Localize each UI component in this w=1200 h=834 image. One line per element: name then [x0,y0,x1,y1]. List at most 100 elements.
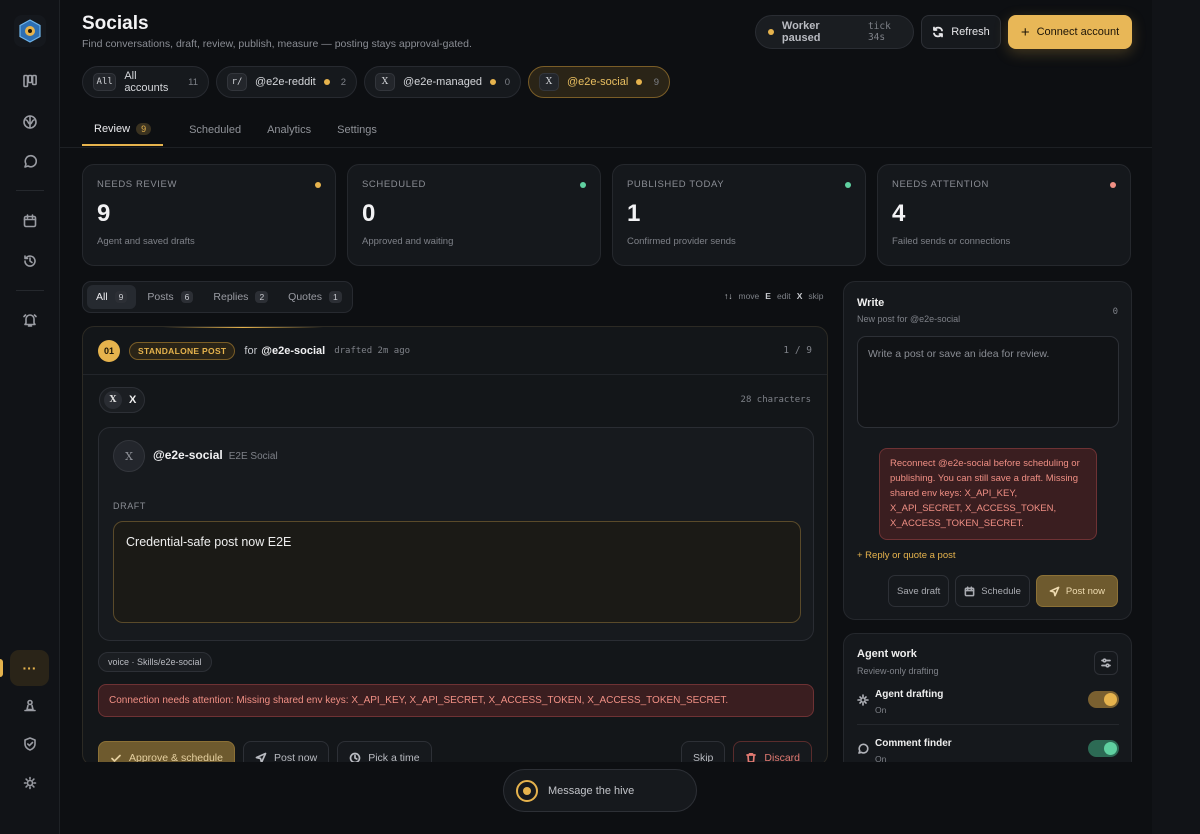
draft-label: DRAFT [113,501,146,511]
keyboard-hints: ↑↓ move Eedit Xskip [724,291,823,301]
x-icon: X [539,73,559,91]
tab-label: Analytics [267,123,312,136]
tab-analytics[interactable]: Analytics [267,113,311,146]
post-handle: @e2e-social E2E Social [153,448,278,462]
filter-count: 1 [329,291,342,303]
account-badge: All [93,73,117,91]
reply-quote-link[interactable]: + Reply or quote a post [857,550,956,561]
account-count: 0 [504,76,510,88]
queue-filter: All 9 Posts 6 Replies 2 Quotes 1 [82,281,353,313]
hive-message-input[interactable]: Message the hive [503,769,697,812]
stat-needs-review[interactable]: NEEDS REVIEW 9 Agent and saved drafts [82,164,336,266]
filter-quotes[interactable]: Quotes 1 [279,285,351,309]
stat-needs-attention[interactable]: NEEDS ATTENTION 4 Failed sends or connec… [877,164,1131,266]
stat-published-today[interactable]: PUBLISHED TODAY 1 Confirmed provider sen… [612,164,866,266]
x-icon: X [375,73,395,91]
account-chip-e2e-reddit[interactable]: r/ @e2e-reddit 2 [216,66,357,98]
skip-key: X [796,291,803,301]
board-icon[interactable] [18,69,42,93]
display-name: E2E Social [228,451,278,462]
filter-all[interactable]: All 9 [87,285,137,309]
voice-tag[interactable]: voice · Skills/e2e-social [98,652,212,672]
drafted-time: drafted 2m ago [334,345,411,356]
active-indicator [0,659,3,677]
chat-icon[interactable] [18,150,42,174]
alerts-icon[interactable] [18,308,42,332]
save-draft-button[interactable]: Save draft [887,575,950,607]
profile-icon[interactable] [18,693,42,717]
nav-rail: ··· [0,0,60,834]
calendar-icon[interactable] [18,209,42,233]
socials-more-icon[interactable]: ··· [10,650,49,686]
tab-review[interactable]: Review 9 [82,113,164,146]
draft-text-field[interactable]: Credential-safe post now E2E [113,521,801,623]
card-glow [163,327,323,328]
account-count: 11 [188,76,198,88]
status-dot [315,182,321,188]
sparkle-icon [857,694,869,706]
filter-count: 9 [114,291,128,303]
write-panel: Write New post for @e2e-social 0 Write a… [843,281,1132,620]
schedule-button[interactable]: Schedule [955,575,1030,607]
attention-dot [636,79,643,85]
char-count: 28 characters [740,395,811,405]
filter-label: All [96,291,108,303]
queue-position: 1 / 9 [783,345,812,356]
account-label: @e2e-reddit [255,76,316,88]
hive-placeholder: Message the hive [548,784,635,797]
x-icon: X [104,391,122,409]
brain-icon[interactable] [18,110,42,134]
history-icon[interactable] [18,249,42,273]
account-label: All accounts [124,70,169,94]
agent-item-state: On [875,705,887,715]
status-dot [580,182,586,188]
post-type-badge: STANDALONE POST [129,341,236,360]
skip-hint: skip [808,291,824,301]
filter-posts[interactable]: Posts 6 [138,285,202,309]
settings-sliders-icon[interactable] [1094,651,1118,675]
stat-value: 0 [362,200,376,227]
right-gutter [1152,0,1200,834]
filter-label: Quotes [288,291,323,303]
agent-item-name: Comment finder [875,738,952,749]
account-chip-all[interactable]: All All accounts 11 [82,66,209,98]
shield-icon[interactable] [18,732,42,756]
stat-scheduled[interactable]: SCHEDULED 0 Approved and waiting [347,164,601,266]
agent-divider [857,724,1119,725]
worker-status[interactable]: Worker paused tick 34s [755,15,914,49]
platform-pill[interactable]: X X [99,387,146,413]
tab-divider [60,147,1152,148]
refresh-button[interactable]: Refresh [921,15,1001,49]
account-chip-e2e-managed[interactable]: X @e2e-managed 0 [364,66,521,98]
comment-finder-toggle[interactable] [1088,740,1119,757]
write-input[interactable]: Write a post or save an idea for review. [857,336,1119,428]
connect-account-button[interactable]: + Connect account [1008,15,1132,49]
stat-label: SCHEDULED [362,179,426,190]
calendar-icon [964,585,975,596]
post-preview: X @e2e-social E2E Social DRAFT Credential… [98,427,814,641]
agent-item-name: Agent drafting [875,689,944,700]
connection-warning: Connection needs attention: Missing shar… [98,684,814,717]
filter-replies[interactable]: Replies 2 [204,285,277,309]
reconnect-warning: Reconnect @e2e-social before scheduling … [879,448,1097,540]
tab-label: Scheduled [189,123,242,136]
tab-settings[interactable]: Settings [337,113,377,146]
worker-status-dot [768,29,774,35]
tab-scheduled[interactable]: Scheduled [189,113,241,146]
theme-sun-icon[interactable] [18,771,42,795]
stat-label: NEEDS ATTENTION [892,179,989,190]
agent-work-panel: Agent work Review-only drafting Agent dr… [843,633,1132,773]
write-post-now-button[interactable]: Post now [1035,575,1118,607]
stat-sub: Confirmed provider sends [627,236,736,247]
account-chip-e2e-social[interactable]: X @e2e-social 9 [528,66,670,98]
agent-drafting-toggle[interactable] [1088,691,1119,708]
edit-key: E [765,291,771,301]
save-draft-label: Save draft [896,585,941,597]
stat-label: PUBLISHED TODAY [627,179,725,190]
app-logo-icon[interactable] [14,15,46,47]
move-hint: move [738,291,760,301]
filter-label: Replies [213,291,249,303]
account-count: 2 [340,76,346,88]
stat-value: 9 [97,200,111,227]
tab-bar: Review 9 Scheduled Analytics Settings [82,113,377,147]
